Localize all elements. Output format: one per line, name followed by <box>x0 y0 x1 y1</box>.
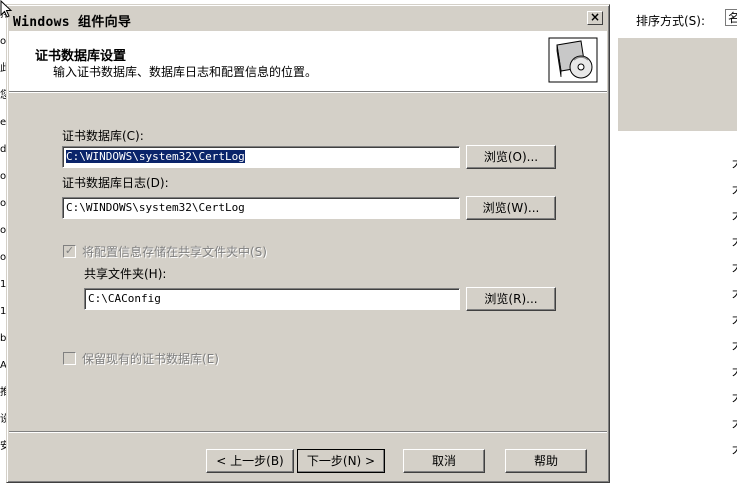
background-size-column: 大大大大大大大大大大大大 <box>732 150 737 462</box>
background-size-cell: 大 <box>732 176 737 202</box>
cert-log-label: 证书数据库日志(D): <box>62 176 169 190</box>
background-panel <box>618 38 737 131</box>
title-bar[interactable]: Windows 组件向导 × <box>9 7 607 30</box>
cert-log-browse-button[interactable]: 浏览(W)... <box>466 196 556 220</box>
next-button[interactable]: 下一步(N) > <box>297 449 385 473</box>
back-button[interactable]: < 上一步(B) <box>206 449 294 473</box>
footer-separator-highlight <box>9 432 607 433</box>
cert-log-input[interactable]: C:\WINDOWS\system32\CertLog <box>62 197 460 219</box>
cert-db-input[interactable]: C:\WINDOWS\system32\CertLog <box>62 146 460 168</box>
background-size-cell: 大 <box>732 358 737 384</box>
cancel-button[interactable]: 取消 <box>403 449 485 473</box>
page-title: 证书数据库设置 <box>35 49 127 64</box>
background-size-cell: 大 <box>732 384 737 410</box>
help-button[interactable]: 帮助 <box>505 449 587 473</box>
background-size-cell: 大 <box>732 436 737 462</box>
page-subtitle: 输入证书数据库、数据库日志和配置信息的位置。 <box>53 65 318 79</box>
header-separator <box>9 92 607 93</box>
window-title: Windows 组件向导 <box>13 15 132 30</box>
background-size-cell: 大 <box>732 410 737 436</box>
preserve-db-label: 保留现有的证书数据库(E) <box>82 352 219 366</box>
sort-by-select[interactable]: 名 <box>725 9 737 26</box>
background-size-cell: 大 <box>732 202 737 228</box>
background-size-cell: 大 <box>732 254 737 280</box>
share-config-checkbox[interactable]: ✓ <box>63 245 76 258</box>
windows-components-wizard-dialog: Windows 组件向导 × 证书数据库设置 输入证书数据库、数据库日志和配置信… <box>6 4 610 483</box>
wizard-header: 证书数据库设置 输入证书数据库、数据库日志和配置信息的位置。 <box>9 31 607 92</box>
background-size-cell: 大 <box>732 280 737 306</box>
share-folder-input[interactable]: C:\CAConfig <box>84 288 460 310</box>
cert-db-value: C:\WINDOWS\system32\CertLog <box>66 150 245 163</box>
share-config-label: 将配置信息存储在共享文件夹中(S) <box>82 245 267 259</box>
cert-db-label: 证书数据库(C): <box>62 129 144 143</box>
background-size-cell: 大 <box>732 306 737 332</box>
background-size-cell: 大 <box>732 228 737 254</box>
cert-db-browse-button[interactable]: 浏览(O)... <box>466 145 556 169</box>
preserve-db-checkbox[interactable] <box>63 352 76 365</box>
close-button[interactable]: × <box>587 11 603 25</box>
share-folder-browse-button[interactable]: 浏览(R)... <box>466 287 556 311</box>
background-size-cell: 大 <box>732 150 737 176</box>
setup-disc-icon <box>548 37 598 83</box>
sort-by-label: 排序方式(S): <box>636 14 706 28</box>
background-size-cell: 大 <box>732 332 737 358</box>
share-folder-label: 共享文件夹(H): <box>84 267 167 281</box>
checkmark-icon: ✓ <box>64 244 75 257</box>
mouse-cursor-icon <box>0 0 13 18</box>
